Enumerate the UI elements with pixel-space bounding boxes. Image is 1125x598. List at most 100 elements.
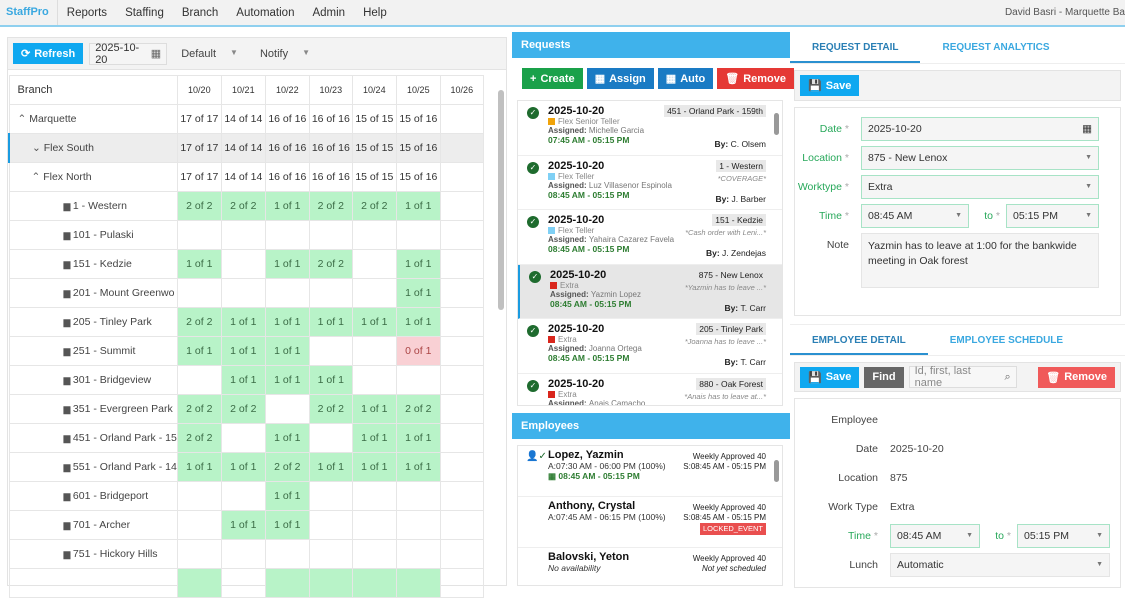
branch-name-cell[interactable]: ▆ 351 - Evergreen Park bbox=[8, 394, 178, 424]
grid-row[interactable]: ▆ 451 - Orland Park - 15 2 of 21 of 11 of… bbox=[8, 423, 484, 453]
branch-name-cell[interactable]: ⌄ Flex South bbox=[7, 133, 178, 163]
coverage-cell[interactable]: 15 of 15 bbox=[351, 133, 397, 163]
coverage-cell[interactable] bbox=[439, 365, 484, 395]
coverage-cell[interactable]: 14 of 14 bbox=[220, 133, 266, 163]
request-save-button[interactable]: 💾 Save bbox=[800, 75, 860, 96]
coverage-cell[interactable] bbox=[308, 423, 353, 453]
employee-card[interactable]: Balovski, Yeton No availability Weekly App… bbox=[518, 548, 782, 585]
coverage-cell[interactable]: 2 of 2 bbox=[308, 191, 353, 221]
coverage-cell[interactable] bbox=[395, 365, 441, 395]
coverage-cell[interactable] bbox=[308, 510, 353, 540]
request-card[interactable]: ✓ 2025-10-20 Flex Teller Assigned: Yahaira … bbox=[518, 210, 782, 265]
coverage-cell[interactable]: 1 of 1 bbox=[395, 191, 441, 221]
coverage-cell[interactable] bbox=[176, 568, 222, 598]
request-card[interactable]: ✓2025-10-20ExtraAssigned: Anais Camacho0… bbox=[518, 374, 782, 405]
coverage-cell[interactable] bbox=[395, 539, 441, 569]
coverage-cell[interactable]: 16 of 16 bbox=[264, 133, 310, 163]
coverage-cell[interactable] bbox=[220, 481, 266, 511]
coverage-cell[interactable] bbox=[351, 510, 397, 540]
day-column-header[interactable]: 10/20 bbox=[176, 75, 222, 105]
branch-name-cell[interactable]: ▆ 205 - Tinley Park bbox=[8, 307, 178, 337]
tab-request-detail[interactable]: REQUEST DETAIL bbox=[790, 32, 921, 63]
coverage-cell[interactable]: 2 of 2 bbox=[176, 423, 222, 453]
coverage-cell[interactable]: 1 of 1 bbox=[351, 452, 397, 482]
branch-name-cell[interactable]: ⌃ Marquette bbox=[8, 104, 178, 134]
notify-dropdown[interactable]: Notify ▼ bbox=[252, 48, 318, 60]
coverage-cell[interactable] bbox=[264, 539, 310, 569]
branch-name-cell[interactable]: ▆ 1 - Western bbox=[8, 191, 178, 221]
coverage-cell[interactable]: 1 of 1 bbox=[264, 423, 310, 453]
coverage-cell[interactable]: 1 of 1 bbox=[220, 307, 266, 337]
coverage-cell[interactable] bbox=[351, 568, 397, 598]
employee-search-input[interactable]: Id, first, last name ⌕ bbox=[908, 365, 1017, 389]
coverage-cell[interactable]: 1 of 1 bbox=[176, 336, 222, 366]
coverage-cell[interactable]: 1 of 1 bbox=[264, 365, 310, 395]
nav-automation[interactable]: Automation bbox=[227, 7, 303, 19]
coverage-cell[interactable] bbox=[439, 394, 484, 424]
branch-name-cell[interactable] bbox=[8, 568, 178, 598]
coverage-cell[interactable] bbox=[220, 539, 266, 569]
coverage-cell[interactable]: 1 of 1 bbox=[264, 307, 310, 337]
coverage-cell[interactable]: 16 of 16 bbox=[308, 104, 353, 134]
grid-row[interactable]: ⌄ Flex South 17 of 17 14 of 14 16 of 16 16 o… bbox=[7, 133, 484, 163]
create-button[interactable]: + Create bbox=[522, 68, 583, 89]
find-button[interactable]: Find bbox=[864, 366, 904, 388]
coverage-cell[interactable] bbox=[439, 104, 484, 134]
coverage-cell[interactable]: 1 of 1 bbox=[308, 365, 353, 395]
grid-row[interactable]: ⌃ Flex North 17 of 17 14 of 14 16 of 16 16 o… bbox=[8, 162, 484, 192]
employee-time-from-select[interactable]: 08:45 AM ▼ bbox=[890, 523, 980, 548]
coverage-cell[interactable] bbox=[439, 336, 484, 366]
coverage-cell[interactable]: 1 of 1 bbox=[351, 394, 397, 424]
coverage-cell[interactable] bbox=[308, 278, 353, 308]
time-from-select[interactable]: 08:45 AM ▼ bbox=[861, 203, 969, 228]
grid-row[interactable]: ▆ 351 - Evergreen Park 2 of 22 of 22 of 2… bbox=[8, 394, 484, 424]
coverage-cell[interactable] bbox=[308, 336, 353, 366]
branch-name-cell[interactable]: ▆ 751 - Hickory Hills bbox=[8, 539, 178, 569]
coverage-cell[interactable]: 16 of 16 bbox=[308, 133, 353, 163]
coverage-cell[interactable] bbox=[264, 394, 310, 424]
coverage-cell[interactable] bbox=[395, 481, 441, 511]
coverage-cell[interactable]: 2 of 2 bbox=[220, 394, 266, 424]
coverage-cell[interactable]: 14 of 14 bbox=[220, 104, 266, 134]
coverage-cell[interactable]: 2 of 2 bbox=[220, 191, 266, 221]
coverage-cell[interactable] bbox=[176, 220, 222, 250]
coverage-cell[interactable] bbox=[176, 365, 222, 395]
coverage-cell[interactable] bbox=[220, 423, 266, 453]
coverage-cell[interactable] bbox=[351, 481, 397, 511]
coverage-cell[interactable] bbox=[220, 278, 266, 308]
coverage-cell[interactable]: 2 of 2 bbox=[351, 191, 397, 221]
coverage-cell[interactable] bbox=[439, 191, 484, 221]
grid-row[interactable]: ▆ 551 - Orland Park - 14 1 of 11 of 12 of… bbox=[8, 452, 484, 482]
employee-save-button[interactable]: 💾 Save bbox=[800, 366, 860, 388]
coverage-cell[interactable]: 2 of 2 bbox=[176, 307, 222, 337]
coverage-cell[interactable] bbox=[439, 162, 484, 192]
coverage-cell[interactable] bbox=[220, 568, 266, 598]
coverage-cell[interactable] bbox=[351, 249, 397, 279]
tab-employee-schedule[interactable]: EMPLOYEE SCHEDULE bbox=[928, 325, 1085, 355]
branch-name-cell[interactable]: ▆ 451 - Orland Park - 15 bbox=[8, 423, 178, 453]
coverage-cell[interactable] bbox=[308, 539, 353, 569]
coverage-cell[interactable]: 1 of 1 bbox=[395, 452, 441, 482]
grid-row[interactable]: ▆ 151 - Kedzie 1 of 11 of 12 of 21 of 1 bbox=[8, 249, 484, 279]
employee-time-to-select[interactable]: 05:15 PM ▼ bbox=[1017, 523, 1110, 548]
coverage-cell[interactable] bbox=[308, 220, 353, 250]
coverage-cell[interactable]: 15 of 16 bbox=[395, 162, 441, 192]
coverage-cell[interactable]: 1 of 1 bbox=[308, 307, 353, 337]
grid-row[interactable]: ⌃ Marquette 17 of 17 14 of 14 16 of 16 16 of… bbox=[8, 104, 484, 134]
coverage-cell[interactable] bbox=[176, 278, 222, 308]
day-column-header[interactable]: 10/21 bbox=[220, 75, 266, 105]
coverage-cell[interactable]: 2 of 2 bbox=[176, 191, 222, 221]
coverage-cell[interactable]: 1 of 1 bbox=[351, 307, 397, 337]
day-column-header[interactable]: 10/26 bbox=[439, 75, 484, 105]
coverage-cell[interactable] bbox=[308, 481, 353, 511]
coverage-cell[interactable] bbox=[439, 423, 484, 453]
nav-reports[interactable]: Reports bbox=[58, 7, 116, 19]
note-textarea[interactable]: Yazmin has to leave at 1:00 for the bank… bbox=[861, 233, 1099, 288]
tab-employee-detail[interactable]: EMPLOYEE DETAIL bbox=[790, 325, 928, 355]
request-card[interactable]: ✓ 2025-10-20 Extra Assigned: Joanna Ortega 0… bbox=[518, 319, 782, 374]
day-column-header[interactable]: 10/24 bbox=[351, 75, 397, 105]
coverage-cell[interactable]: 17 of 17 bbox=[176, 104, 222, 134]
branch-name-cell[interactable]: ▆ 301 - Bridgeview bbox=[8, 365, 178, 395]
coverage-cell[interactable] bbox=[351, 278, 397, 308]
coverage-cell[interactable]: 1 of 1 bbox=[395, 307, 441, 337]
